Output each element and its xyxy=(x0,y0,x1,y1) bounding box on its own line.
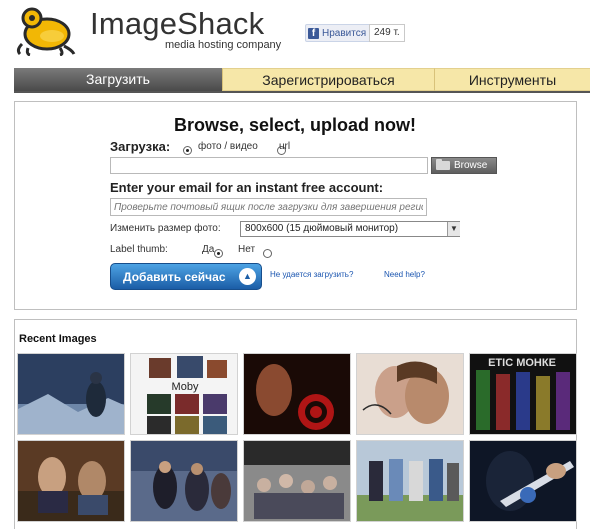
tab-tools[interactable]: Инструменты xyxy=(434,68,590,91)
label-thumb-label: Label thumb: xyxy=(110,244,168,255)
radio-photo-video[interactable] xyxy=(183,146,192,155)
main-tabs: Загрузить Зарегистрироваться Инструменты xyxy=(14,68,590,91)
upload-headline: Browse, select, upload now! xyxy=(173,115,417,135)
recent-image-thumbnail[interactable] xyxy=(356,440,464,522)
thumbnail-caption: Moby xyxy=(172,381,199,393)
resize-label: Изменить размер фото: xyxy=(110,223,221,234)
cant-upload-link[interactable]: Не удается загрузить? xyxy=(270,270,353,279)
dropdown-arrow-icon[interactable]: ▼ xyxy=(447,222,460,236)
add-now-label: Добавить сейчас xyxy=(123,269,226,284)
recent-image-thumbnail[interactable] xyxy=(17,353,125,435)
facebook-like-label: Нравится xyxy=(322,27,367,39)
thumbnail-caption: ЕТІС МОНКЕ xyxy=(488,357,556,369)
resize-select[interactable]: 800x600 (15 дюймовый монитор) xyxy=(240,221,460,237)
facebook-icon: f xyxy=(308,27,319,39)
recent-image-thumbnail[interactable] xyxy=(17,440,125,522)
email-field[interactable] xyxy=(110,198,427,216)
add-now-button[interactable]: Добавить сейчас ▲ xyxy=(110,263,262,290)
browse-button-label: Browse xyxy=(454,160,488,171)
brand-name[interactable]: ImageShack xyxy=(90,6,264,42)
tab-register[interactable]: Зарегистрироваться xyxy=(222,68,434,91)
need-help-link[interactable]: Need help? xyxy=(384,270,425,279)
facebook-like-count: 249 т. xyxy=(369,24,405,42)
brand-tagline: media hosting company xyxy=(165,39,282,51)
recent-image-thumbnail[interactable]: Moby xyxy=(130,353,238,435)
recent-image-thumbnail[interactable] xyxy=(243,440,351,522)
radio-url-label: url xyxy=(279,141,291,152)
radio-thumb-no-label: Нет xyxy=(238,244,256,255)
recent-image-thumbnail[interactable] xyxy=(356,353,464,435)
upload-arrow-icon: ▲ xyxy=(239,268,256,285)
facebook-like-button[interactable]: f Нравится xyxy=(305,24,372,42)
radio-thumb-yes[interactable] xyxy=(213,249,223,258)
frog-logo-icon[interactable] xyxy=(14,4,78,57)
browse-button[interactable]: Browse xyxy=(431,157,497,174)
recent-image-thumbnail[interactable]: ЕТІС МОНКЕ xyxy=(469,353,577,435)
upload-type-label: Загрузка: xyxy=(110,139,171,154)
recent-image-thumbnail[interactable] xyxy=(469,440,577,522)
email-heading: Enter your email for an instant free acc… xyxy=(110,180,384,195)
tab-upload[interactable]: Загрузить xyxy=(14,68,222,91)
radio-thumb-yes-label: Да xyxy=(202,244,215,255)
recent-image-thumbnail[interactable] xyxy=(130,440,238,522)
tab-underline xyxy=(14,91,590,93)
radio-photo-video-label: фото / видео xyxy=(198,141,258,152)
recent-image-thumbnail[interactable] xyxy=(243,353,351,435)
file-path-input[interactable] xyxy=(110,157,428,174)
recent-images-title: Recent Images xyxy=(19,333,97,345)
folder-icon xyxy=(436,159,450,170)
